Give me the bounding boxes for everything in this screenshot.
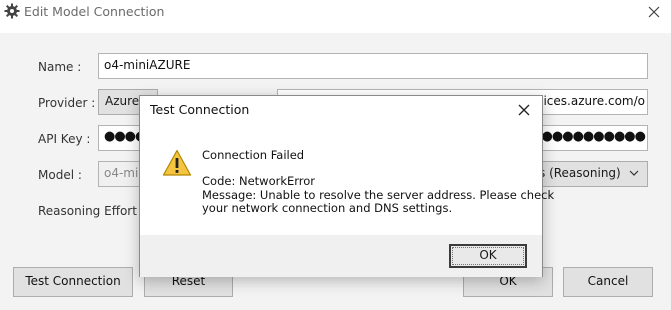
- error-message-line1: Message: Unable to resolve the server ad…: [202, 188, 555, 202]
- reasoning-effort-label: Reasoning Effort :: [38, 204, 145, 218]
- dialog-footer: OK: [140, 235, 542, 277]
- test-connection-button[interactable]: Test Connection: [13, 267, 133, 297]
- dialog-body: Connection Failed Code: NetworkError Mes…: [140, 124, 554, 235]
- name-input[interactable]: o4-miniAZURE: [98, 53, 648, 79]
- name-label: Name :: [38, 60, 82, 74]
- title-bar: Edit Model Connection: [0, 0, 671, 26]
- error-code: Code: NetworkError: [202, 174, 316, 188]
- api-key-label: API Key :: [38, 132, 91, 146]
- dialog-heading: Connection Failed: [202, 148, 305, 162]
- close-icon[interactable]: [512, 98, 536, 122]
- edit-model-connection-window: Edit Model Connection Name : o4-miniAZUR…: [0, 0, 671, 310]
- model-label: Model :: [38, 168, 82, 182]
- dialog-ok-button[interactable]: OK: [449, 244, 527, 268]
- cancel-button[interactable]: Cancel: [563, 267, 653, 297]
- warning-icon: [162, 149, 192, 177]
- window-title: Edit Model Connection: [24, 4, 165, 19]
- gear-icon: [4, 3, 20, 19]
- chevron-down-icon: [629, 162, 639, 186]
- test-connection-dialog: Test Connection Connection Failed Code: …: [139, 95, 554, 277]
- error-message-line2: your network connection and DNS settings…: [202, 201, 453, 215]
- provider-label: Provider :: [38, 96, 96, 110]
- close-icon[interactable]: [643, 1, 665, 23]
- model-dropdown-value: s (Reasoning): [539, 166, 621, 180]
- dialog-title: Test Connection: [150, 102, 250, 117]
